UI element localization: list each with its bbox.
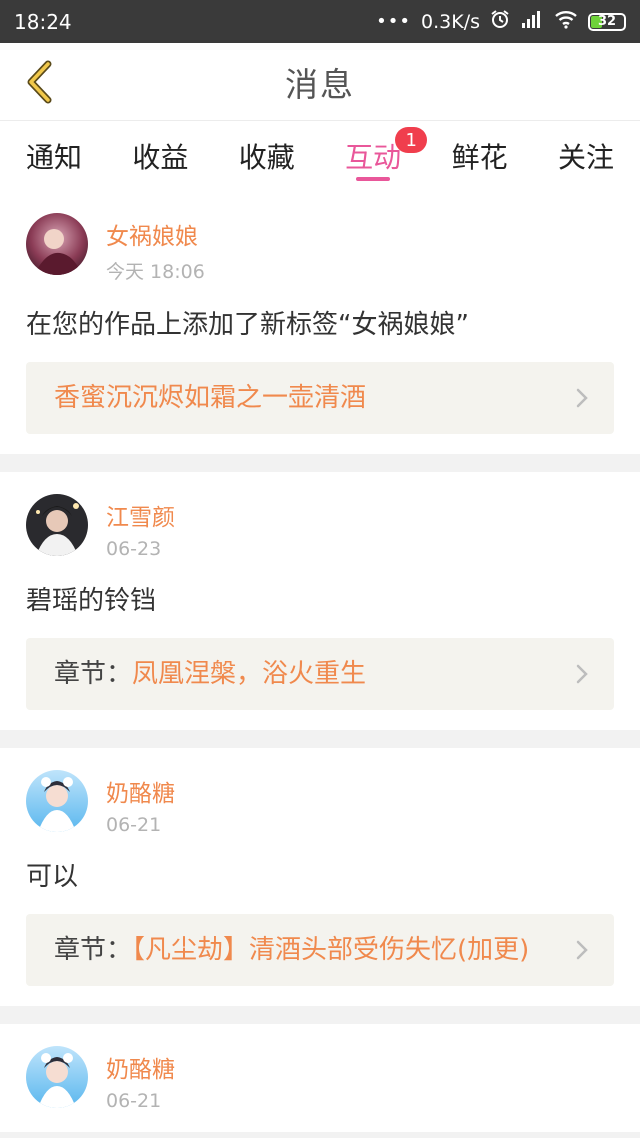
tab-favorites[interactable]: 收藏: [239, 121, 295, 191]
battery-icon: 32: [588, 12, 626, 31]
chapter-title: 【凡尘劫】清酒头部受伤失忆(加更): [132, 935, 530, 965]
message-time: 06-21: [106, 1090, 162, 1112]
user-avatar[interactable]: [26, 1046, 88, 1108]
user-name[interactable]: 奶酪糖: [106, 1050, 175, 1084]
message-card: 女祸娘娘 今天 18:06 在您的作品上添加了新标签“女祸娘娘” 香蜜沉沉烬如霜…: [0, 191, 640, 454]
user-name[interactable]: 江雪颜: [106, 498, 175, 532]
tab-flowers[interactable]: 鲜花: [452, 121, 508, 191]
user-avatar[interactable]: [26, 770, 88, 832]
message-card: 江雪颜 06-23 碧瑶的铃铛 章节：凤凰涅槃，浴火重生: [0, 472, 640, 730]
tab-bar: 通知 收益 收藏 互动 1 鲜花 关注: [0, 121, 640, 191]
status-icons: ••• 0.3K/s 32: [376, 9, 626, 34]
message-time: 06-23: [106, 538, 162, 560]
user-name[interactable]: 奶酪糖: [106, 774, 175, 808]
work-title: 香蜜沉沉烬如霜之一壶清酒: [54, 383, 367, 413]
message-card: 奶酪糖 06-21 可以 章节：【凡尘劫】清酒头部受伤失忆(加更): [0, 748, 640, 1006]
tab-notice[interactable]: 通知: [26, 121, 82, 191]
chevron-right-icon: [576, 388, 588, 408]
chapter-title: 凤凰涅槃，浴火重生: [132, 659, 367, 689]
message-text: 可以: [26, 862, 79, 892]
tab-earnings[interactable]: 收益: [132, 121, 188, 191]
back-button[interactable]: [14, 57, 64, 107]
status-time: 18:24: [14, 9, 72, 34]
signal-icon: [520, 9, 544, 34]
tab-follow[interactable]: 关注: [558, 121, 614, 191]
chapter-label: 章节：: [54, 659, 133, 689]
user-name[interactable]: 女祸娘娘: [106, 217, 205, 251]
message-time: 06-21: [106, 814, 162, 836]
unread-badge: 1: [395, 127, 428, 153]
message-time: 今天 18:06: [106, 261, 205, 283]
message-card: 奶酪糖 06-21: [0, 1024, 640, 1132]
chevron-right-icon: [576, 940, 588, 960]
chapter-link[interactable]: 章节：凤凰涅槃，浴火重生: [26, 638, 614, 710]
network-speed: 0.3K/s: [421, 10, 480, 33]
alarm-icon: [490, 9, 510, 34]
status-bar: 18:24 ••• 0.3K/s 32: [0, 0, 640, 43]
chevron-right-icon: [576, 664, 588, 684]
tab-interaction[interactable]: 互动 1: [345, 121, 428, 191]
work-link[interactable]: 香蜜沉沉烬如霜之一壶清酒: [26, 362, 614, 434]
user-avatar[interactable]: [26, 213, 88, 275]
message-text: 碧瑶的铃铛: [26, 586, 157, 616]
wifi-icon: [554, 9, 578, 34]
message-text: 在您的作品上添加了新标签“女祸娘娘”: [26, 310, 469, 340]
user-avatar[interactable]: [26, 494, 88, 556]
message-list: 女祸娘娘 今天 18:06 在您的作品上添加了新标签“女祸娘娘” 香蜜沉沉烬如霜…: [0, 191, 640, 1132]
header: 消息: [0, 43, 640, 121]
chapter-label: 章节：: [54, 935, 133, 965]
chapter-link[interactable]: 章节：【凡尘劫】清酒头部受伤失忆(加更): [26, 914, 614, 986]
status-dots: •••: [376, 11, 412, 32]
page-title: 消息: [285, 64, 355, 104]
back-arrow-icon: [27, 60, 52, 104]
